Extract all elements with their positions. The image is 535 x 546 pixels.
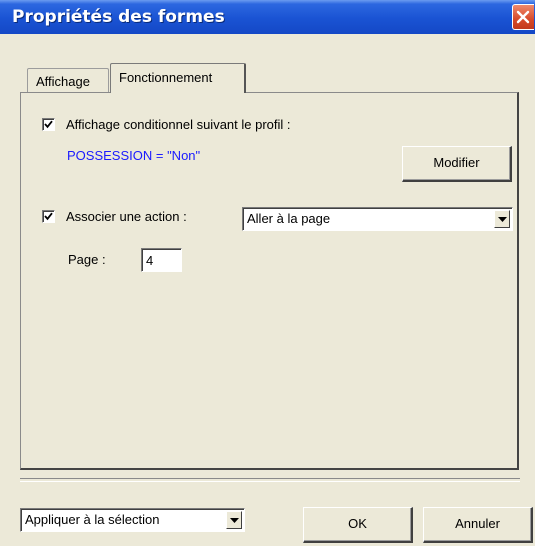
conditional-display-checkbox[interactable] — [42, 118, 55, 131]
ok-button[interactable]: OK — [303, 507, 413, 543]
tab-affichage[interactable]: Affichage — [27, 68, 109, 92]
condition-expression: POSSESSION = "Non" — [67, 148, 201, 163]
modify-button[interactable]: Modifier — [402, 146, 512, 182]
close-icon — [516, 10, 530, 24]
window-title: Propriétés des formes — [12, 7, 225, 27]
action-select-dropdown-button[interactable] — [494, 210, 510, 228]
cancel-button[interactable]: Annuler — [423, 507, 533, 543]
associate-action-checkbox[interactable] — [42, 210, 55, 223]
associate-action-label: Associer une action : — [66, 209, 187, 224]
tab-fonctionnement[interactable]: Fonctionnement — [110, 63, 246, 93]
checkmark-icon — [44, 212, 53, 221]
page-label: Page : — [68, 252, 106, 267]
shape-properties-dialog: Propriétés des formes Affichage Fonction… — [0, 0, 535, 546]
apply-scope-value: Appliquer à la sélection — [25, 512, 160, 527]
checkmark-icon — [44, 120, 53, 129]
apply-scope-dropdown-button[interactable] — [226, 511, 242, 529]
title-bar[interactable]: Propriétés des formes — [0, 0, 535, 34]
chevron-down-icon — [230, 518, 239, 523]
conditional-display-label: Affichage conditionnel suivant le profil… — [66, 117, 291, 132]
separator — [20, 478, 520, 482]
page-number-input[interactable] — [141, 248, 182, 272]
apply-scope-select[interactable]: Appliquer à la sélection — [20, 508, 245, 532]
action-select[interactable]: Aller à la page — [242, 207, 513, 231]
close-button[interactable] — [512, 4, 534, 30]
chevron-down-icon — [498, 217, 507, 222]
action-select-value: Aller à la page — [247, 211, 331, 226]
